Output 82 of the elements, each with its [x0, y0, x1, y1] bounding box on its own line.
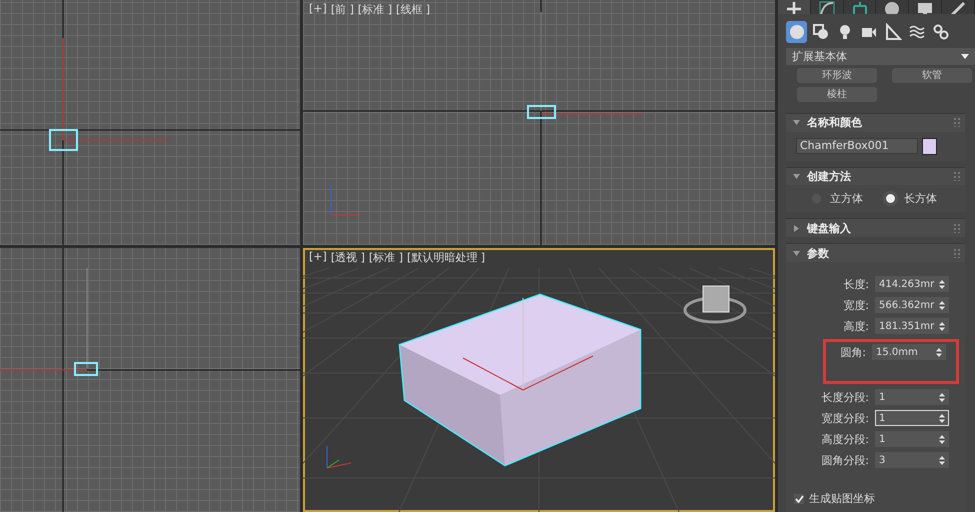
- gears-icon: [932, 22, 950, 41]
- object-type-button[interactable]: 环形波: [797, 68, 877, 83]
- caret-icon: [961, 54, 969, 59]
- rollout-header[interactable]: 创建方法: [786, 166, 965, 186]
- viewport-label[interactable]: [+]: [309, 2, 327, 17]
- collapse-arrow-icon: [793, 250, 800, 257]
- spinner-arrows-icon: [939, 456, 945, 464]
- axis-tripod-icon: [326, 446, 352, 468]
- display-icon: [916, 0, 934, 14]
- drag-handle-icon: [954, 118, 960, 128]
- viewport[interactable]: [+] [透视 ] [标准 ] [默认明暗处理 ]: [303, 248, 775, 512]
- parameter-label: 宽度:: [843, 298, 869, 312]
- category-dropdown[interactable]: 扩展基本体: [786, 48, 975, 65]
- spinner-arrows-icon: [939, 322, 945, 330]
- viewport-label[interactable]: [默认明暗处理 ]: [407, 250, 486, 265]
- viewport-label[interactable]: [线框 ]: [396, 2, 430, 17]
- parameter-label: 高度:: [843, 318, 869, 334]
- viewport-label[interactable]: [前 ]: [330, 2, 354, 17]
- spinner-field[interactable]: 1: [875, 389, 949, 405]
- name-field[interactable]: ChamferBox001: [796, 138, 918, 154]
- rollout-header[interactable]: 键盘输入: [786, 218, 965, 238]
- collapse-arrow-icon: [793, 172, 800, 180]
- spinner-field[interactable]: 3: [875, 452, 949, 468]
- spinner-arrows-icon: [939, 414, 945, 422]
- collapse-arrow-icon: [793, 119, 800, 126]
- axis-tripod-icon: [330, 184, 358, 216]
- dropdown-value: 扩展基本体: [792, 48, 847, 64]
- create-icon: [784, 0, 803, 14]
- spinner-arrows-icon: [939, 392, 945, 402]
- color-swatch[interactable]: [922, 138, 937, 155]
- checkmark-icon: [794, 494, 804, 502]
- viewport-label[interactable]: [标准 ]: [368, 250, 403, 265]
- transform-gizmo-icon: [49, 38, 168, 151]
- parameter-label: 长度分段:: [821, 390, 869, 404]
- checkbox-label: 生成贴图坐标: [809, 491, 875, 506]
- transform-gizmo-icon: [0, 268, 98, 376]
- motion-icon: [883, 0, 902, 14]
- transform-gizmo-icon: [527, 12, 644, 119]
- checkbox[interactable]: [794, 494, 804, 504]
- object-type-button[interactable]: 软管: [892, 68, 972, 83]
- hierarchy-icon: [850, 0, 869, 14]
- parameter-label: 长度:: [843, 276, 869, 292]
- spinner-arrows-icon: [936, 348, 942, 356]
- expand-arrow-icon: [793, 224, 800, 232]
- create-tab[interactable]: [778, 0, 811, 14]
- shapes-icon: [812, 22, 830, 41]
- rollout-title: 创建方法: [807, 168, 852, 184]
- modify-icon: [818, 0, 836, 14]
- utilities-icon: [949, 0, 968, 14]
- viewport-label[interactable]: [标准 ]: [358, 2, 392, 17]
- viewport-label[interactable]: [+]: [309, 250, 327, 265]
- object-type-button[interactable]: 棱柱: [797, 86, 877, 102]
- rollout-title: 参数: [807, 246, 830, 261]
- viewport[interactable]: [+] [前 ] [标准 ] [线框 ]: [303, 0, 775, 245]
- spinner-arrows-icon: [939, 434, 945, 444]
- parameter-label: 高度分段:: [821, 432, 869, 446]
- rollout-title: 名称和颜色: [807, 115, 863, 130]
- viewport-label[interactable]: [透视 ]: [330, 250, 365, 265]
- spinner-field[interactable]: 1: [875, 410, 949, 426]
- parameter-label: 圆角:: [840, 344, 866, 360]
- radio-button[interactable]: [885, 193, 896, 204]
- spinner-field[interactable]: 1: [875, 431, 949, 447]
- view-cube-icon: [684, 286, 746, 324]
- parameter-label: 宽度分段:: [821, 410, 869, 426]
- spinner-field[interactable]: 181.351mr: [875, 318, 949, 334]
- spinner-field[interactable]: 566.362mr: [875, 297, 949, 313]
- parameter-label: 圆角分段:: [821, 452, 869, 468]
- sphere-icon: [788, 22, 806, 41]
- spinner-field[interactable]: 15.0mm: [872, 344, 946, 360]
- rollout-header[interactable]: 名称和颜色: [786, 112, 965, 132]
- ruler-triangle-icon: [884, 22, 902, 41]
- drag-handle-icon: [954, 172, 960, 181]
- radio-label: 长方体: [904, 191, 937, 206]
- spinner-arrows-icon: [939, 300, 945, 310]
- spinner-arrows-icon: [939, 280, 945, 288]
- drag-handle-icon: [954, 248, 960, 258]
- radio-label: 立方体: [830, 191, 863, 206]
- drag-handle-icon: [954, 224, 960, 233]
- rollout-title: 键盘输入: [807, 220, 852, 236]
- rollout-header[interactable]: 参数: [786, 243, 965, 262]
- category-button[interactable]: [786, 20, 807, 43]
- spinner-field[interactable]: 414.263mr: [875, 276, 949, 292]
